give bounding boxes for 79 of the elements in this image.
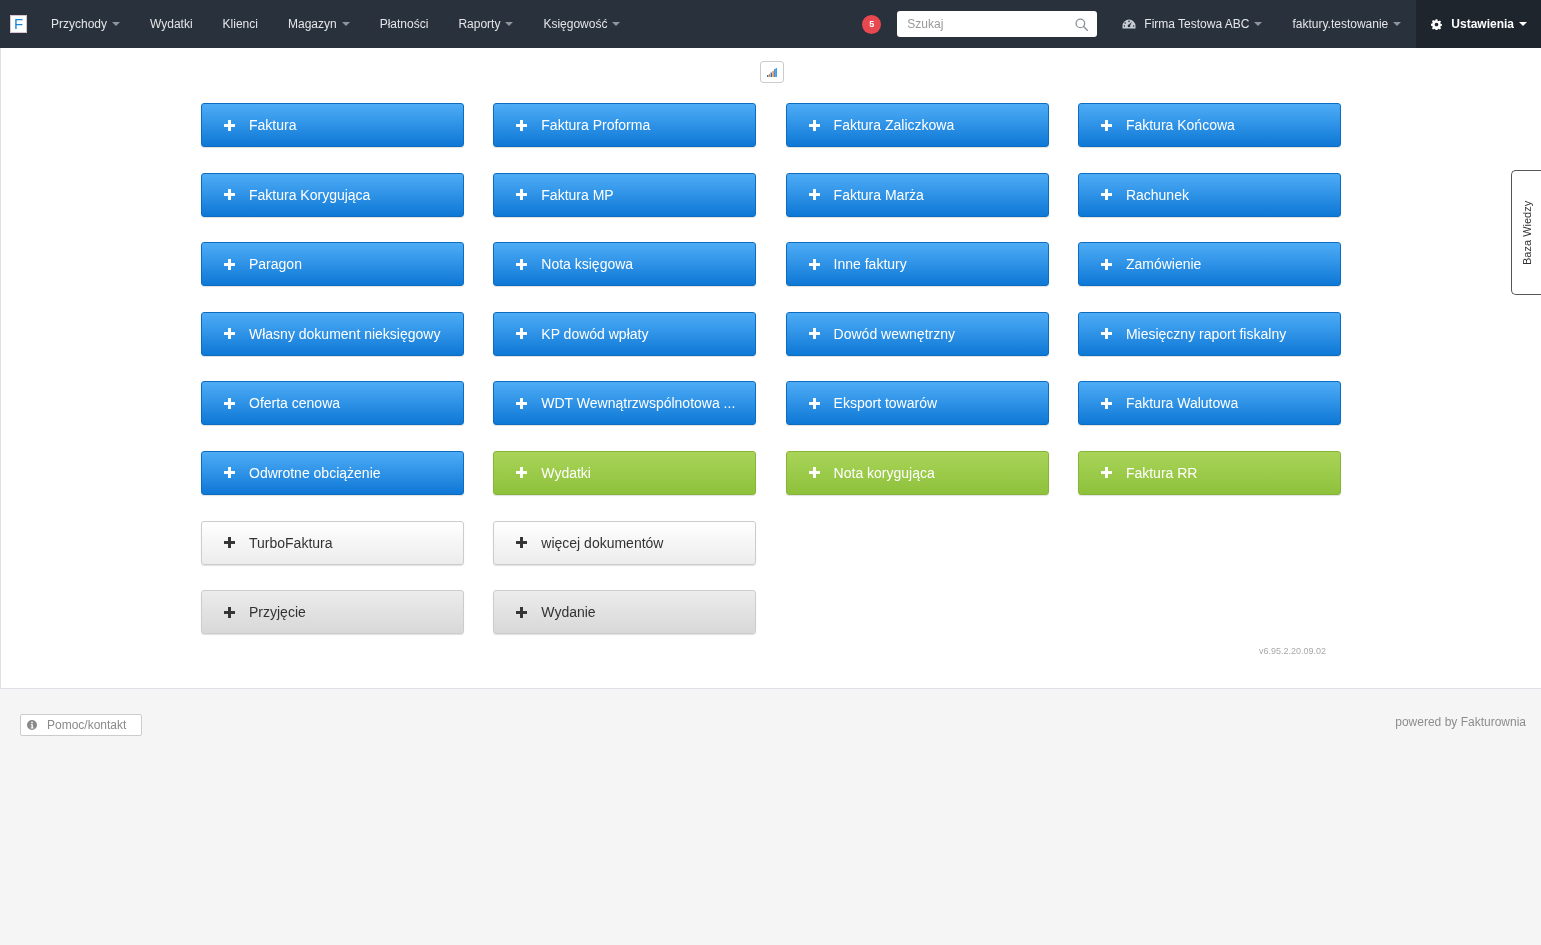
plus-icon [516,397,528,409]
new-document-button[interactable]: Faktura RR [1077,450,1341,495]
new-document-button[interactable]: Wydanie [493,590,757,635]
plus-icon [516,537,528,549]
new-document-button[interactable]: Wydatki [493,450,757,495]
new-document-button[interactable]: Faktura Walutowa [1077,381,1341,426]
plus-icon [516,606,528,618]
plus-icon [808,119,820,131]
plus-icon [224,606,235,618]
company-menu[interactable]: Firma Testowa ABC [1102,0,1278,48]
notification-badge[interactable]: 5 [862,14,882,34]
new-document-button[interactable]: Paragon [201,242,464,287]
plus-icon [1100,189,1112,201]
new-document-button[interactable]: Faktura Korygująca [201,172,464,217]
statistics-button[interactable] [759,61,784,83]
plus-icon [224,189,235,201]
new-document-button[interactable]: WDT Wewnątrzwspólnotowa ... [493,381,757,426]
new-document-button[interactable]: Faktura Końcowa [1077,103,1341,147]
powered-by-text: powered by Fakturownia [1395,715,1526,730]
help-contact-button[interactable]: Pomoc/kontakt [20,714,143,737]
new-document-button[interactable]: Rachunek [1077,172,1341,217]
new-document-button[interactable]: Miesięczny raport fiskalny [1077,311,1341,356]
plus-icon [516,119,528,131]
search-icon[interactable] [1075,18,1089,31]
nav-menu-item[interactable]: Klienci [207,0,273,48]
new-document-button[interactable]: Odwrotne obciążenie [201,450,464,495]
plus-icon [224,397,235,409]
nav-menu-item[interactable]: Płatności [364,0,444,48]
knowledge-base-tab[interactable]: Baza Wiedzy [1511,170,1541,295]
bar-chart-icon [766,67,777,77]
plus-icon [224,119,235,131]
plus-icon [1100,258,1112,270]
plus-icon [224,467,235,479]
speedometer-icon [1122,19,1137,29]
settings-menu[interactable]: Ustawienia [1416,0,1541,48]
plus-icon [224,258,235,270]
new-document-button[interactable]: Faktura Zaliczkowa [785,103,1049,147]
plus-icon [1100,119,1112,131]
nav-menu-item[interactable]: Wydatki [135,0,208,48]
new-document-button[interactable]: Eksport towarów [785,381,1049,426]
new-document-button[interactable]: Faktura Marża [785,172,1049,217]
new-document-button[interactable]: Faktura Proforma [493,103,757,147]
new-document-button[interactable]: Dowód wewnętrzny [785,311,1049,356]
nav-menu-item[interactable]: Przychody [36,0,136,48]
new-document-button[interactable]: Faktura MP [493,172,757,217]
info-icon [27,720,37,731]
plus-icon [1100,397,1112,409]
plus-icon [808,258,820,270]
new-document-button[interactable]: Nota korygująca [785,450,1049,495]
plus-icon [808,467,820,479]
new-document-button[interactable]: Nota księgowa [493,242,757,287]
plus-icon [516,328,528,340]
plus-icon [224,537,235,549]
new-document-button[interactable]: Przyjęcie [201,590,464,635]
new-document-button[interactable]: Własny dokument nieksięgowy [201,311,464,356]
nav-menu-item[interactable]: Raporty [443,0,529,48]
plus-icon [224,328,235,340]
new-document-button[interactable]: Inne faktury [785,242,1049,287]
version-text: v6.95.2.20.09.02 [1258,645,1326,658]
plus-icon [1100,467,1112,479]
plus-icon [516,467,528,479]
search-field[interactable]: Szukaj [897,11,1098,37]
new-document-button[interactable]: Faktura [201,103,464,147]
plus-icon [516,258,528,270]
new-document-button[interactable]: Zamówienie [1077,242,1341,287]
plus-icon [808,189,820,201]
plus-icon [1100,328,1112,340]
plus-icon [808,328,820,340]
new-document-button[interactable]: KP dowód wpłaty [493,311,757,356]
new-document-button[interactable]: TurboFaktura [201,520,464,565]
settings-icon [1431,18,1443,30]
nav-menu-item[interactable]: Księgowość [528,0,636,48]
user-menu[interactable]: faktury.testowanie [1277,0,1417,48]
nav-menu-item[interactable]: Magazyn [272,0,365,48]
app-logo[interactable]: F [10,15,27,33]
plus-icon [808,397,820,409]
new-document-button[interactable]: więcej dokumentów [493,520,757,565]
plus-icon [516,189,528,201]
new-document-button[interactable]: Oferta cenowa [201,381,464,426]
